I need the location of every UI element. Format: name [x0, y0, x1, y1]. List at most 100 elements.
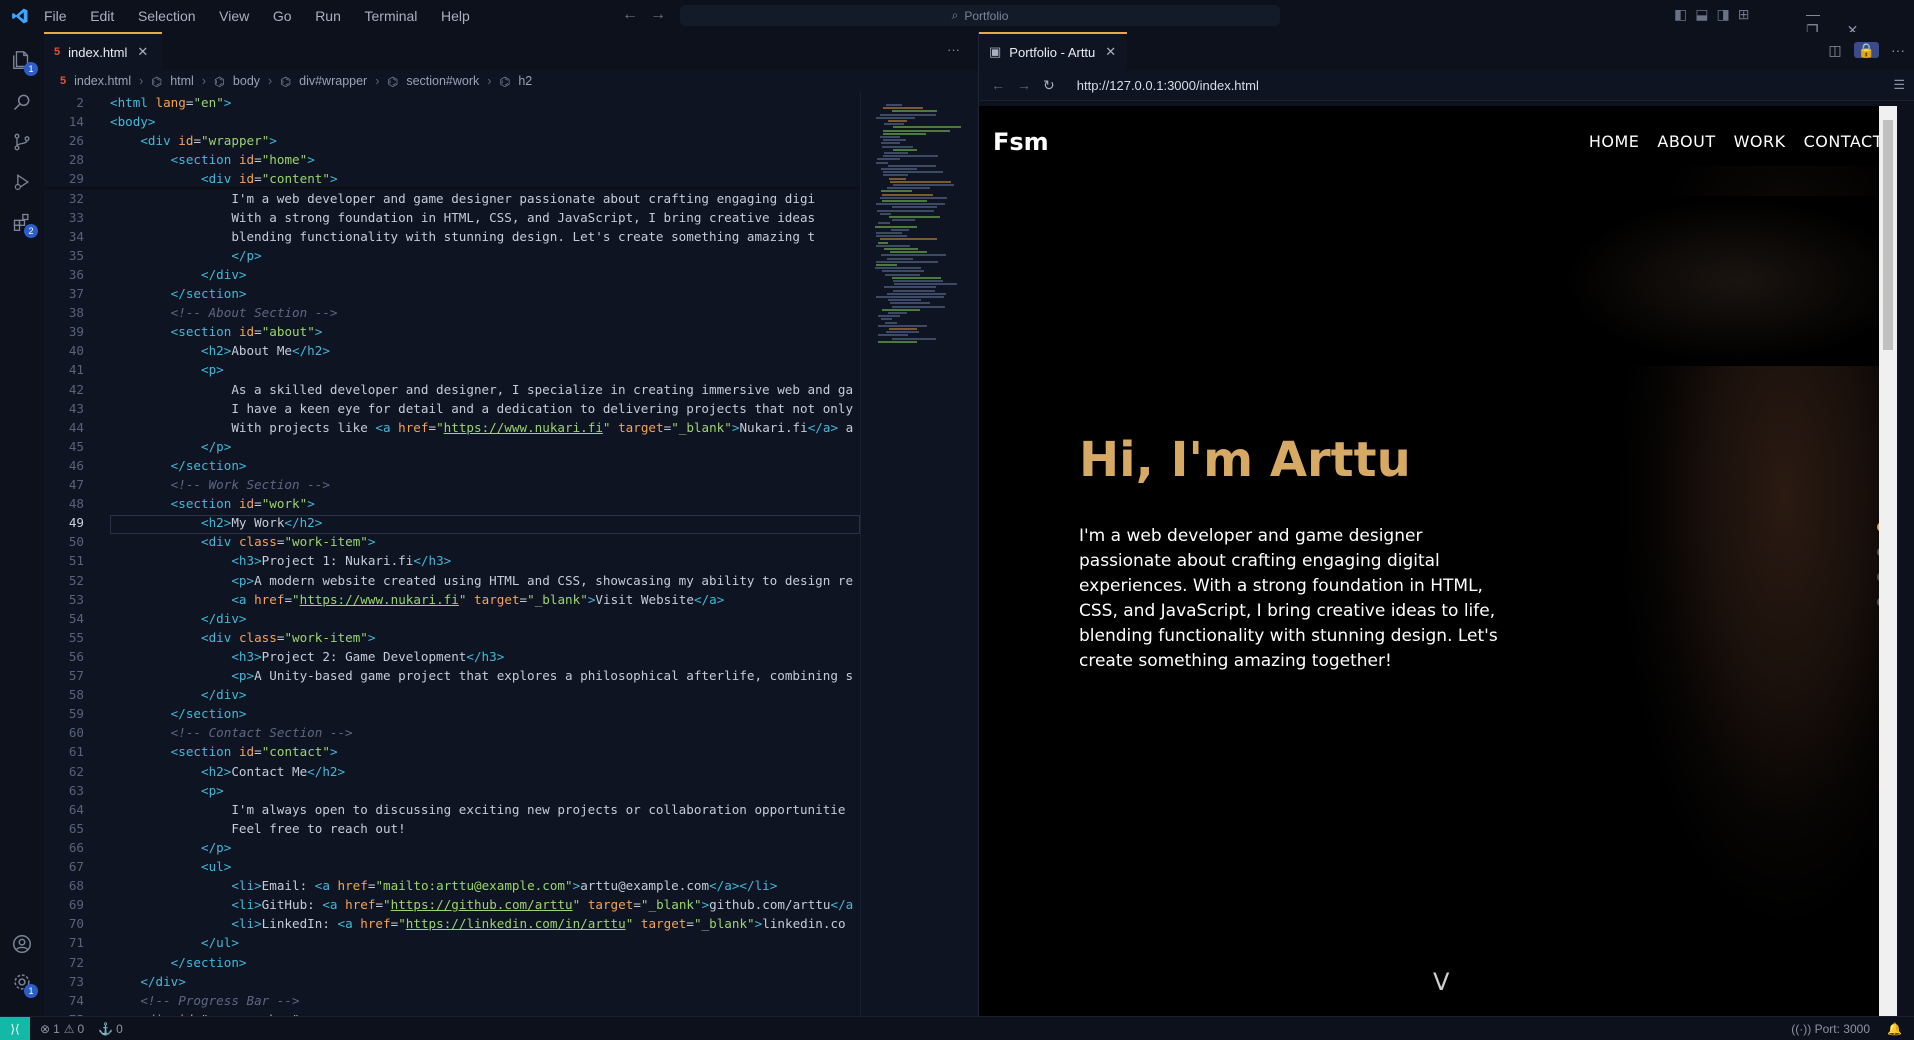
search-icon[interactable]: [8, 88, 36, 116]
code-line[interactable]: 50 <div class="work-item">: [44, 534, 860, 553]
code-line[interactable]: 37 </section>: [44, 286, 860, 305]
code-line[interactable]: 41 <p>: [44, 362, 860, 381]
forward-arrow-icon[interactable]: →: [650, 6, 678, 23]
code-line[interactable]: 32 I'm a web developer and game designer…: [44, 191, 860, 210]
menu-terminal[interactable]: Terminal: [365, 8, 418, 24]
breadcrumb-item[interactable]: section#work: [406, 74, 479, 88]
nav-contact[interactable]: CONTACT: [1804, 132, 1883, 151]
minimize-icon[interactable]: —: [1806, 6, 1820, 22]
command-center-search[interactable]: ⌕ Portfolio: [680, 5, 1280, 26]
reload-icon[interactable]: ↻: [1043, 77, 1055, 94]
split-editor-icon[interactable]: ◫: [1828, 42, 1841, 58]
code-line[interactable]: 71 </ul>: [44, 935, 860, 954]
warning-icon[interactable]: ⚠: [64, 1022, 75, 1036]
code-line[interactable]: 39 <section id="about">: [44, 324, 860, 343]
page-scrollbar[interactable]: [1879, 106, 1897, 1016]
code-line[interactable]: 49 <h2>My Work</h2>: [44, 515, 860, 535]
code-editor[interactable]: 2 <html lang="en"> 14 <body> 26 <div id="wra…: [44, 92, 860, 1016]
extensions-icon[interactable]: 2: [8, 208, 38, 238]
account-icon[interactable]: [8, 930, 36, 958]
tab-index-html[interactable]: 5 index.html ✕: [44, 32, 162, 70]
nav-work[interactable]: WORK: [1734, 132, 1786, 151]
breadcrumb-item[interactable]: body: [233, 74, 260, 88]
source-control-icon[interactable]: [8, 128, 36, 156]
menu-file[interactable]: File: [44, 8, 67, 24]
code-line[interactable]: 33 With a strong foundation in HTML, CSS…: [44, 210, 860, 229]
code-line[interactable]: 57 <p>A Unity-based game project that ex…: [44, 668, 860, 687]
tab-portfolio-preview[interactable]: ▣ Portfolio - Arttu ✕: [979, 32, 1127, 70]
code-line[interactable]: 66 </p>: [44, 840, 860, 859]
code-line[interactable]: 55 <div class="work-item">: [44, 630, 860, 649]
code-line[interactable]: 59 </section>: [44, 706, 860, 725]
code-line[interactable]: 53 <a href="https://www.nukari.fi" targe…: [44, 592, 860, 611]
live-server-port[interactable]: ((·)) Port: 3000: [1791, 1022, 1870, 1036]
remote-indicator-icon[interactable]: ⟩⟨: [0, 1017, 30, 1040]
code-line[interactable]: 36 </div>: [44, 267, 860, 286]
ports-icon[interactable]: ⚓: [98, 1022, 113, 1036]
code-line[interactable]: 51 <h3>Project 1: Nukari.fi</h3>: [44, 553, 860, 572]
settings-gear-icon[interactable]: 1: [8, 968, 38, 998]
code-line[interactable]: 63 <p>: [44, 783, 860, 802]
code-line[interactable]: 60 <!-- Contact Section -->: [44, 725, 860, 744]
code-line[interactable]: 35 </p>: [44, 248, 860, 267]
code-line[interactable]: 45 </p>: [44, 439, 860, 458]
menu-view[interactable]: View: [219, 8, 249, 24]
code-line[interactable]: 54 </div>: [44, 611, 860, 630]
code-line[interactable]: 65 Feel free to reach out!: [44, 821, 860, 840]
code-line[interactable]: 2 <html lang="en">: [44, 95, 860, 114]
code-line[interactable]: 74 <!-- Progress Bar -->: [44, 993, 860, 1012]
breadcrumb-item[interactable]: div#wrapper: [299, 74, 367, 88]
browser-back-icon[interactable]: ←: [991, 77, 1005, 93]
run-debug-icon[interactable]: [8, 168, 36, 196]
menu-edit[interactable]: Edit: [90, 8, 114, 24]
lock-icon[interactable]: 🔒: [1853, 42, 1879, 58]
code-line[interactable]: 26 <div id="wrapper">: [44, 133, 860, 152]
warning-count[interactable]: 0: [78, 1022, 85, 1036]
menu-go[interactable]: Go: [273, 8, 292, 24]
code-line[interactable]: 56 <h3>Project 2: Game Development</h3>: [44, 649, 860, 668]
code-line[interactable]: 61 <section id="contact">: [44, 744, 860, 763]
code-line[interactable]: 46 </section>: [44, 458, 860, 477]
notifications-bell-icon[interactable]: 🔔: [1887, 1022, 1902, 1036]
code-line[interactable]: 69 <li>GitHub: <a href="https://github.c…: [44, 897, 860, 916]
close-tab-icon[interactable]: ✕: [137, 44, 148, 60]
menu-selection[interactable]: Selection: [138, 8, 196, 24]
code-line[interactable]: 64 I'm always open to discussing excitin…: [44, 802, 860, 821]
code-line[interactable]: 44 With projects like <a href="https://w…: [44, 420, 860, 439]
hamburger-menu-icon[interactable]: ☰: [1893, 77, 1905, 93]
nav-about[interactable]: ABOUT: [1657, 132, 1715, 151]
nav-home[interactable]: HOME: [1589, 132, 1640, 151]
error-count[interactable]: 1: [53, 1022, 60, 1036]
breadcrumb-item[interactable]: index.html: [74, 74, 131, 88]
back-arrow-icon[interactable]: ←: [622, 6, 650, 23]
ports-count[interactable]: 0: [116, 1022, 123, 1036]
explorer-icon[interactable]: 1: [8, 46, 38, 76]
code-line[interactable]: 70 <li>LinkedIn: <a href="https://linked…: [44, 916, 860, 935]
menu-run[interactable]: Run: [315, 8, 341, 24]
toggle-secondary-sidebar-icon[interactable]: ◨: [1716, 6, 1737, 22]
menu-help[interactable]: Help: [441, 8, 470, 24]
code-line[interactable]: 52 <p>A modern website created using HTM…: [44, 573, 860, 592]
code-line[interactable]: 73 </div>: [44, 974, 860, 993]
code-line[interactable]: 34 blending functionality with stunning …: [44, 229, 860, 248]
code-line[interactable]: 67 <ul>: [44, 859, 860, 878]
breadcrumb-item[interactable]: html: [170, 74, 194, 88]
minimap[interactable]: [867, 92, 977, 392]
code-line[interactable]: 38 <!-- About Section -->: [44, 305, 860, 324]
error-icon[interactable]: ⊗: [40, 1022, 50, 1036]
code-line[interactable]: 72 </section>: [44, 955, 860, 974]
toggle-panel-icon[interactable]: ⬓: [1695, 6, 1716, 22]
code-line[interactable]: 28 <section id="home">: [44, 152, 860, 171]
code-line[interactable]: 58 </div>: [44, 687, 860, 706]
code-line[interactable]: 43 I have a keen eye for detail and a de…: [44, 401, 860, 420]
breadcrumb-item[interactable]: h2: [518, 74, 532, 88]
customize-layout-icon[interactable]: ⊞: [1738, 6, 1758, 22]
scroll-down-indicator[interactable]: V: [1433, 968, 1449, 996]
toggle-sidebar-icon[interactable]: ◧: [1674, 6, 1695, 22]
code-line[interactable]: 14 <body>: [44, 114, 860, 133]
more-actions-icon[interactable]: ···: [947, 42, 960, 57]
url-input[interactable]: http://127.0.0.1:3000/index.html: [1077, 78, 1259, 93]
site-logo[interactable]: Fsm: [993, 128, 1049, 156]
code-line[interactable]: 47 <!-- Work Section -->: [44, 477, 860, 496]
code-line[interactable]: 42 As a skilled developer and designer, …: [44, 382, 860, 401]
